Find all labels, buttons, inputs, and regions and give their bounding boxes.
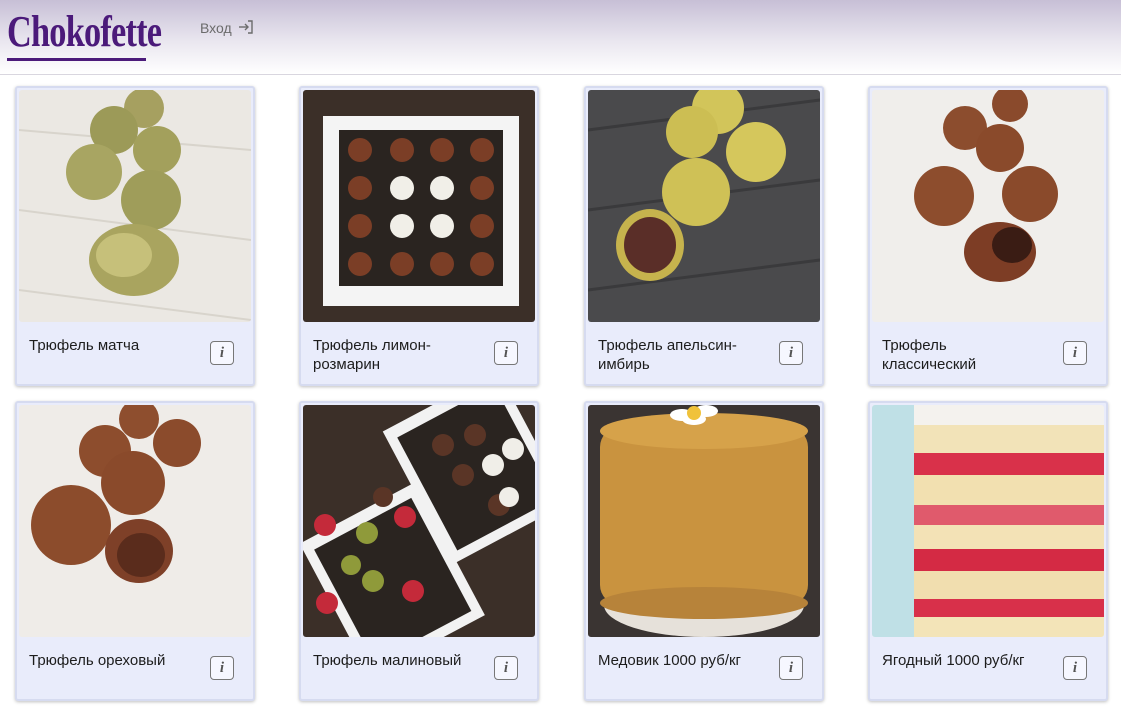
product-card[interactable]: Трюфель лимон-розмарин i <box>299 86 539 386</box>
product-card[interactable]: Ягодный 1000 руб/кг i <box>868 401 1108 701</box>
product-photo <box>588 90 820 322</box>
product-title: Медовик 1000 руб/кг <box>598 652 742 669</box>
product-title: Трюфель лимон-розмарин <box>313 337 431 373</box>
info-button[interactable]: i <box>210 656 234 680</box>
product-photo <box>19 405 251 637</box>
product-photo <box>303 90 535 322</box>
product-card[interactable]: Трюфель матча i <box>15 86 255 386</box>
product-photo <box>872 90 1104 322</box>
product-photo <box>872 405 1104 637</box>
product-card[interactable]: Трюфель ореховый i <box>15 401 255 701</box>
info-button[interactable]: i <box>1063 341 1087 365</box>
product-card[interactable]: Медовик 1000 руб/кг i <box>584 401 824 701</box>
login-link[interactable]: Вход <box>200 18 254 38</box>
product-photo <box>588 405 820 637</box>
product-photo <box>19 90 251 322</box>
product-card[interactable]: Трюфель классический i <box>868 86 1108 386</box>
login-label: Вход <box>200 20 232 36</box>
product-title: Трюфель классический <box>882 337 977 373</box>
info-button[interactable]: i <box>494 656 518 680</box>
product-title: Трюфель матча <box>29 337 140 354</box>
info-button[interactable]: i <box>494 341 518 365</box>
sign-in-icon <box>238 19 254 38</box>
logo-underline <box>7 58 146 61</box>
product-photo <box>303 405 535 637</box>
product-title: Трюфель малиновый <box>313 652 462 669</box>
info-button[interactable]: i <box>210 341 234 365</box>
brand-logo[interactable]: Chokofette <box>7 8 162 56</box>
product-card[interactable]: Трюфель малиновый i <box>299 401 539 701</box>
product-title: Трюфель апельсин-имбирь <box>598 337 737 373</box>
product-title: Ягодный 1000 руб/кг <box>882 652 1025 669</box>
site-header: Chokofette Вход <box>0 0 1121 75</box>
product-card[interactable]: Трюфель апельсин-имбирь i <box>584 86 824 386</box>
product-title: Трюфель ореховый <box>29 652 166 669</box>
info-button[interactable]: i <box>779 341 803 365</box>
info-button[interactable]: i <box>779 656 803 680</box>
info-button[interactable]: i <box>1063 656 1087 680</box>
